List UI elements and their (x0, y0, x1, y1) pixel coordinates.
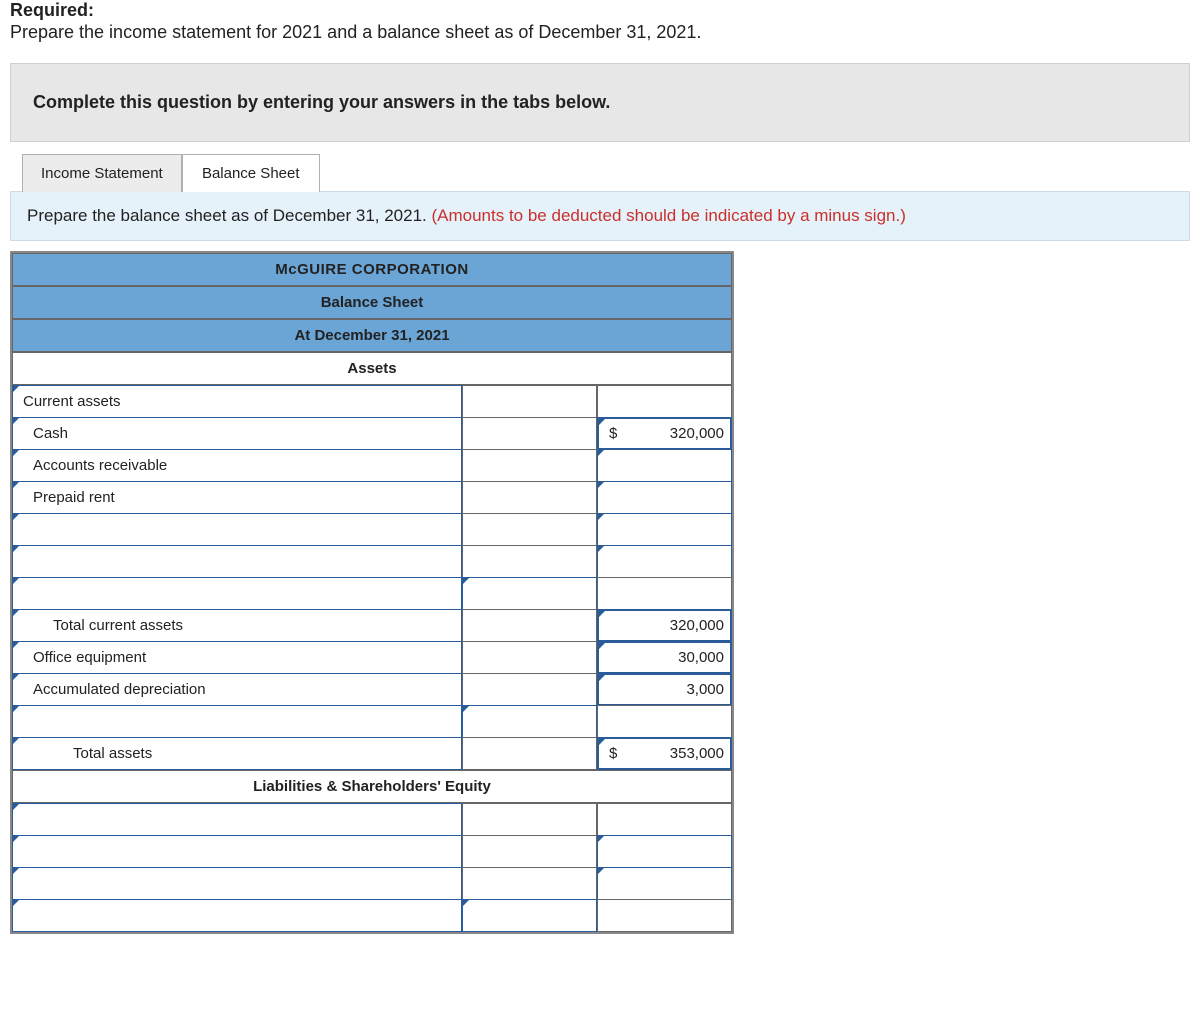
label-ta: Total assets (73, 745, 152, 762)
dollar-sign: $ (609, 745, 617, 762)
problem-description: Prepare the income statement for 2021 an… (10, 22, 1190, 43)
row-ar-value[interactable] (597, 449, 732, 482)
assets-header: Assets (12, 352, 732, 385)
cell-empty (462, 385, 597, 418)
label-prepaid: Prepaid rent (33, 489, 115, 506)
row-blank-value[interactable] (462, 577, 597, 610)
value-cash: 320,000 (670, 425, 724, 442)
row-blank[interactable] (12, 545, 462, 578)
cell-empty (462, 867, 597, 900)
row-blank[interactable] (12, 803, 462, 836)
cell-empty (597, 803, 732, 836)
cell-empty (462, 673, 597, 706)
row-ta-value[interactable]: $ 353,000 (597, 737, 732, 770)
row-ar-label[interactable]: Accounts receivable (12, 449, 462, 482)
row-blank-value[interactable] (597, 867, 732, 900)
row-prepaid-value[interactable] (597, 481, 732, 514)
row-blank[interactable] (12, 705, 462, 738)
row-prepaid-label[interactable]: Prepaid rent (12, 481, 462, 514)
balance-sheet-table: McGUIRE CORPORATION Balance Sheet At Dec… (10, 251, 734, 934)
row-ta-label[interactable]: Total assets (12, 737, 462, 770)
value-office: 30,000 (678, 649, 724, 666)
row-current-assets[interactable]: Current assets (12, 385, 462, 418)
cell-empty (597, 385, 732, 418)
cell-empty (462, 835, 597, 868)
row-accdep-label[interactable]: Accumulated depreciation (12, 673, 462, 706)
row-blank[interactable] (12, 577, 462, 610)
tab-income-statement[interactable]: Income Statement (22, 154, 182, 192)
required-label: Required: (10, 0, 1190, 20)
row-tca-value[interactable]: 320,000 (597, 609, 732, 642)
label-office: Office equipment (33, 649, 146, 666)
row-cash-label[interactable]: Cash (12, 417, 462, 450)
sheet-date: At December 31, 2021 (12, 319, 732, 352)
value-ta: 353,000 (670, 745, 724, 762)
tab-balance-sheet[interactable]: Balance Sheet (182, 154, 320, 192)
cell-empty (462, 449, 597, 482)
value-tca: 320,000 (670, 617, 724, 634)
row-accdep-value[interactable]: 3,000 (597, 673, 732, 706)
company-name: McGUIRE CORPORATION (12, 253, 732, 286)
sheet-title: Balance Sheet (12, 286, 732, 319)
row-blank-value[interactable] (462, 705, 597, 738)
row-tca-label[interactable]: Total current assets (12, 609, 462, 642)
tab-instruction-text: Prepare the balance sheet as of December… (27, 206, 431, 225)
row-blank[interactable] (12, 513, 462, 546)
cell-empty (597, 899, 732, 932)
row-blank-value[interactable] (597, 545, 732, 578)
cell-empty (462, 513, 597, 546)
cell-empty (462, 417, 597, 450)
value-accdep: 3,000 (686, 681, 724, 698)
cell-empty (597, 577, 732, 610)
dollar-sign: $ (609, 425, 617, 442)
row-blank-value[interactable] (462, 899, 597, 932)
cell-empty (462, 481, 597, 514)
row-office-label[interactable]: Office equipment (12, 641, 462, 674)
tabs-container: Income Statement Balance Sheet (22, 154, 1190, 192)
tab-instruction: Prepare the balance sheet as of December… (10, 191, 1190, 241)
cell-empty (462, 803, 597, 836)
row-office-value[interactable]: 30,000 (597, 641, 732, 674)
instruction-bar: Complete this question by entering your … (10, 63, 1190, 142)
cell-empty (462, 545, 597, 578)
label-accdep: Accumulated depreciation (33, 681, 206, 698)
label-current-assets: Current assets (23, 393, 121, 410)
label-ar: Accounts receivable (33, 457, 167, 474)
cell-empty (462, 737, 597, 770)
row-blank[interactable] (12, 835, 462, 868)
label-cash: Cash (33, 425, 68, 442)
row-blank[interactable] (12, 899, 462, 932)
row-cash-value[interactable]: $ 320,000 (597, 417, 732, 450)
liabilities-header: Liabilities & Shareholders' Equity (12, 770, 732, 803)
row-blank-value[interactable] (597, 513, 732, 546)
cell-empty (462, 641, 597, 674)
row-blank-value[interactable] (597, 835, 732, 868)
tab-instruction-hint: (Amounts to be deducted should be indica… (431, 206, 905, 225)
label-tca: Total current assets (53, 617, 183, 634)
cell-empty (462, 609, 597, 642)
row-blank[interactable] (12, 867, 462, 900)
cell-empty (597, 705, 732, 738)
